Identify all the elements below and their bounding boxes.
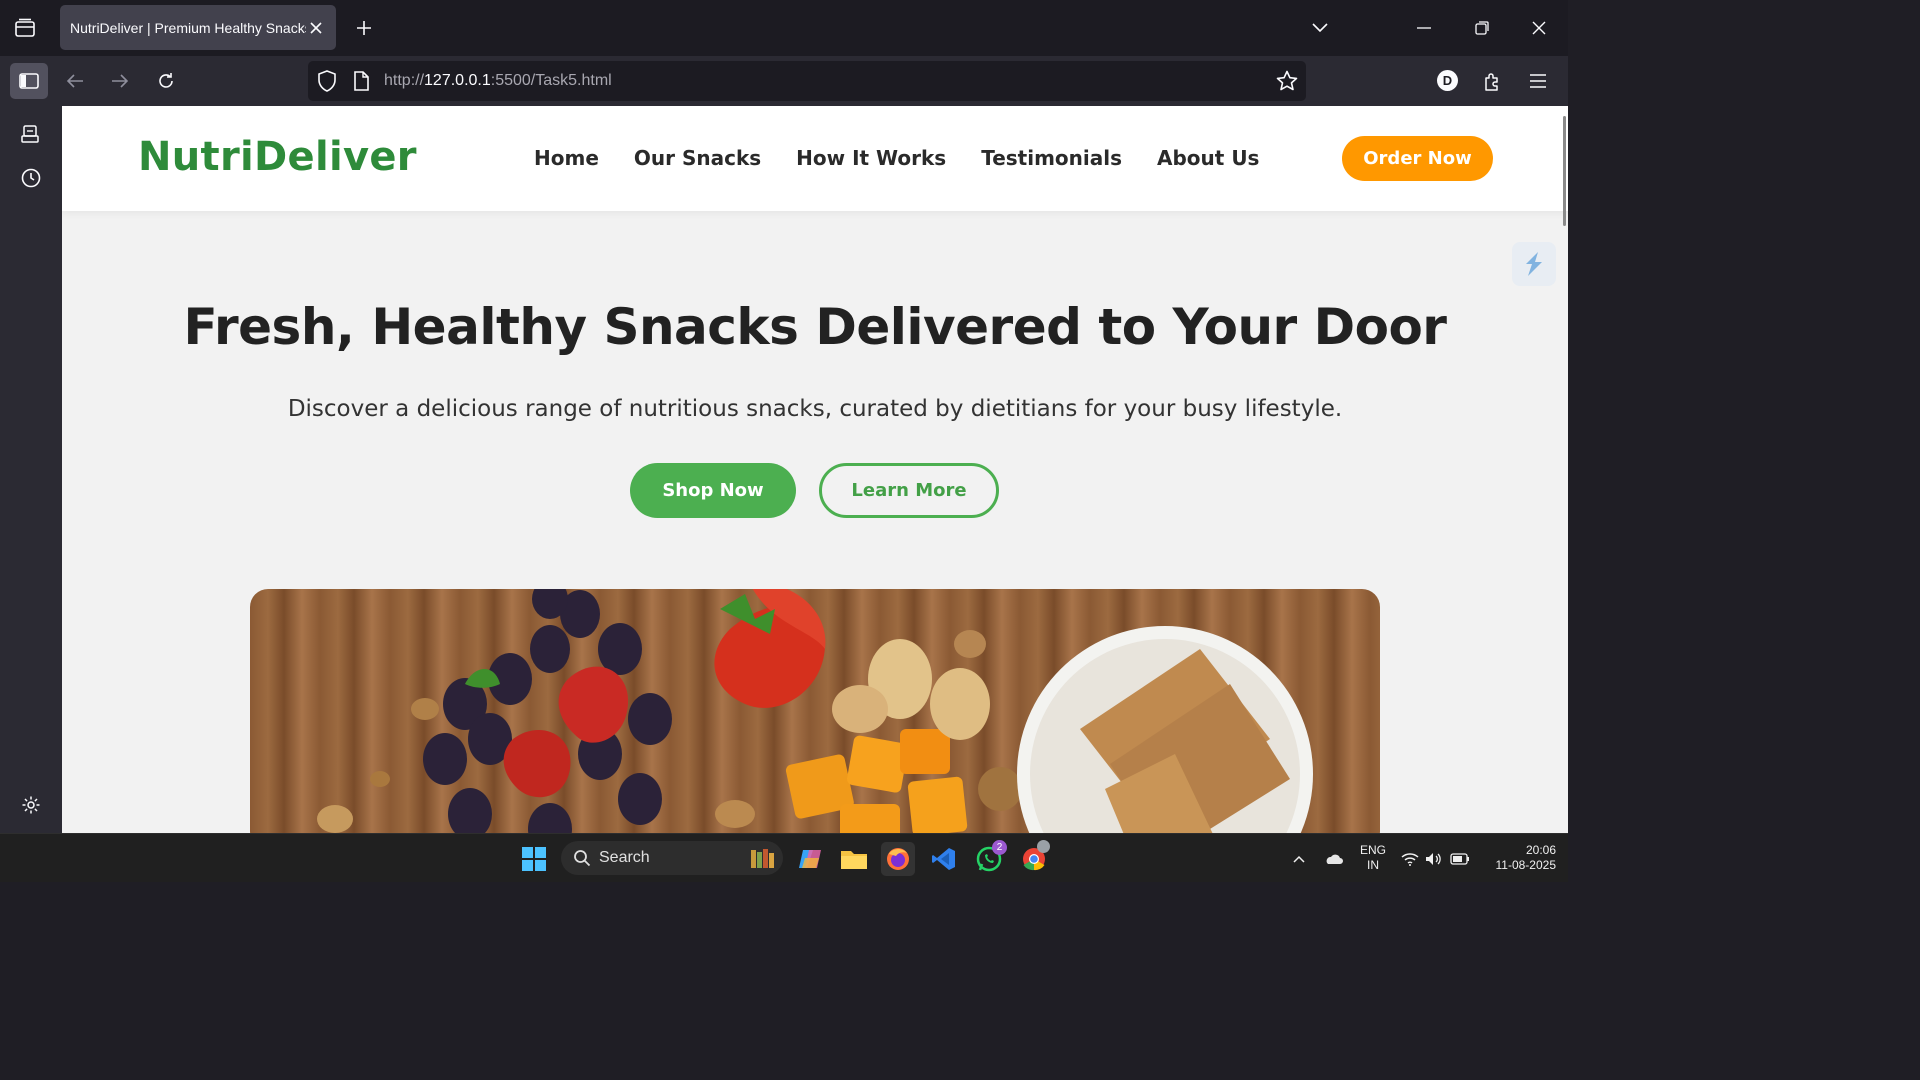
minimize-icon[interactable] <box>1404 10 1444 46</box>
clock[interactable]: 20:06 11-08-2025 <box>1480 843 1557 873</box>
clock-time: 20:06 <box>1525 843 1556 857</box>
search-label: Search <box>599 849 650 866</box>
url-scheme: http:// <box>384 72 425 89</box>
close-tab-icon[interactable] <box>306 18 326 38</box>
chrome-icon[interactable] <box>1017 840 1051 876</box>
windows-taskbar: Search 2 ENG IN 20:06 11-08-2025 <box>0 833 1568 882</box>
clock-date: 11-08-2025 <box>1495 858 1557 872</box>
hero-snacks-image <box>250 589 1380 833</box>
page-info-icon[interactable] <box>353 71 369 96</box>
url-text[interactable]: http://127.0.0.1:5500/Task5.html <box>384 72 612 90</box>
settings-gear-icon[interactable] <box>16 790 46 820</box>
address-bar[interactable]: http://127.0.0.1:5500/Task5.html <box>308 61 1306 101</box>
bookmark-star-icon[interactable] <box>1276 70 1298 97</box>
hero-title: Fresh, Healthy Snacks Delivered to Your … <box>183 298 1447 356</box>
sidebar-toggle-icon[interactable] <box>10 63 48 99</box>
back-arrow-icon[interactable] <box>56 63 94 99</box>
onedrive-cloud-icon[interactable] <box>1318 842 1348 876</box>
nav-our-snacks[interactable]: Our Snacks <box>634 146 761 170</box>
learn-more-button[interactable]: Learn More <box>819 463 999 518</box>
page-scrollbar[interactable] <box>1563 116 1566 226</box>
chrome-profile-badge-icon <box>1037 840 1050 853</box>
page-viewport: NutriDeliver Home Our Snacks How It Work… <box>62 106 1568 833</box>
extension-widget-icon[interactable] <box>1512 242 1556 286</box>
restore-icon[interactable] <box>1462 10 1502 46</box>
volume-speaker-icon[interactable] <box>1422 842 1446 876</box>
site-logo[interactable]: NutriDeliver <box>138 134 417 180</box>
taskbar-search[interactable]: Search <box>561 841 783 875</box>
nav-about-us[interactable]: About Us <box>1157 146 1259 170</box>
whatsapp-icon[interactable]: 2 <box>972 840 1007 876</box>
url-host: 127.0.0.1 <box>424 72 491 89</box>
history-clock-icon[interactable] <box>16 163 46 193</box>
nav-how-it-works[interactable]: How It Works <box>796 146 946 170</box>
extensions-puzzle-icon[interactable] <box>1474 63 1512 99</box>
hero-subtitle: Discover a delicious range of nutritious… <box>287 396 1343 422</box>
close-window-icon[interactable] <box>1519 10 1559 46</box>
browser-sidebar <box>0 106 62 833</box>
url-path: :5500/Task5.html <box>490 72 612 89</box>
language-code: ENG <box>1359 843 1386 857</box>
reload-icon[interactable] <box>147 63 185 99</box>
tab-strip: NutriDeliver | Premium Healthy Snacks <box>0 0 1568 56</box>
vscode-icon[interactable] <box>927 842 961 876</box>
tab-overview-icon[interactable] <box>10 14 40 42</box>
windows-start-icon[interactable] <box>517 842 551 876</box>
wifi-icon[interactable] <box>1398 842 1422 876</box>
forward-arrow-icon[interactable] <box>101 63 139 99</box>
battery-charging-icon[interactable] <box>1447 842 1473 876</box>
search-icon <box>574 850 591 867</box>
search-highlight-icon <box>751 849 774 868</box>
whatsapp-notification-badge: 2 <box>992 840 1007 855</box>
nav-home[interactable]: Home <box>534 146 599 170</box>
account-avatar[interactable]: D <box>1437 70 1458 91</box>
navigation-toolbar: http://127.0.0.1:5500/Task5.html D <box>0 56 1568 106</box>
region-code: IN <box>1367 858 1379 872</box>
list-all-tabs-icon[interactable] <box>1300 10 1340 46</box>
firefox-icon[interactable] <box>881 842 915 876</box>
main-nav: Home Our Snacks How It Works Testimonial… <box>534 146 1259 170</box>
file-explorer-icon[interactable] <box>837 842 871 876</box>
shop-now-button[interactable]: Shop Now <box>630 463 796 518</box>
copilot-icon[interactable] <box>793 842 827 876</box>
show-hidden-icons-chevron-icon[interactable] <box>1284 842 1314 876</box>
shield-icon[interactable] <box>317 70 337 97</box>
site-header: NutriDeliver Home Our Snacks How It Work… <box>62 106 1568 211</box>
hamburger-menu-icon[interactable] <box>1519 63 1557 99</box>
language-indicator[interactable]: ENG IN <box>1356 843 1390 873</box>
tab-title: NutriDeliver | Premium Healthy Snacks <box>70 19 306 36</box>
order-now-button[interactable]: Order Now <box>1342 136 1493 181</box>
nav-testimonials[interactable]: Testimonials <box>981 146 1122 170</box>
new-tab-icon[interactable] <box>350 14 378 42</box>
synced-tabs-icon[interactable] <box>16 119 46 149</box>
browser-tab-active[interactable]: NutriDeliver | Premium Healthy Snacks <box>60 5 336 50</box>
